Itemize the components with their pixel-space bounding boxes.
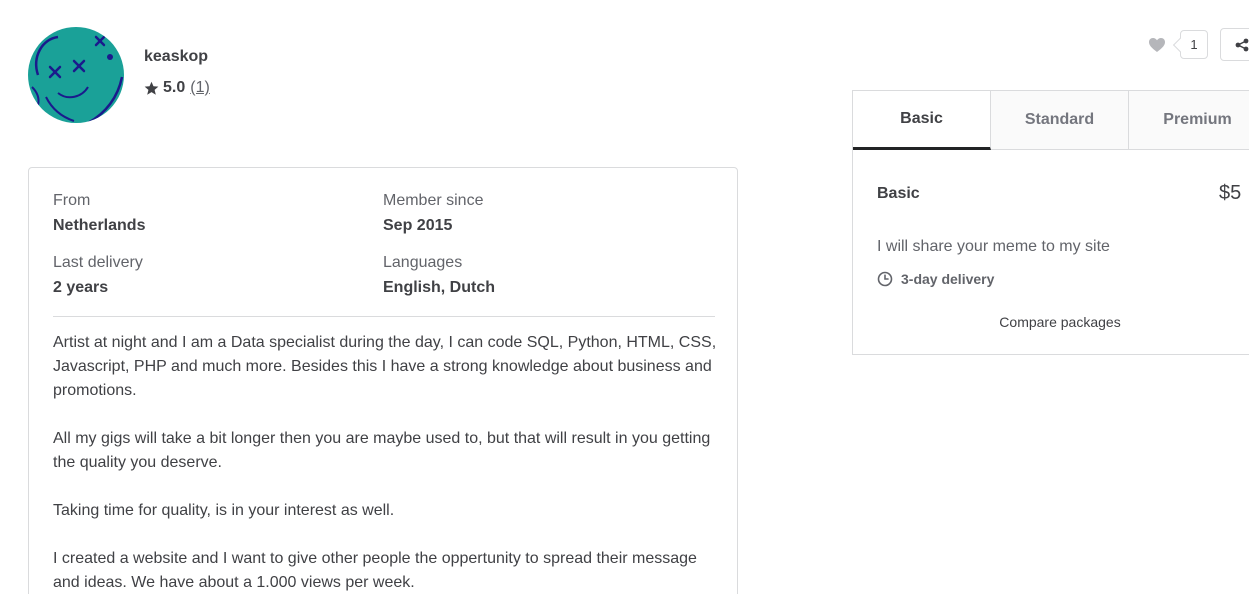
review-count-link[interactable]: (1)	[190, 79, 210, 97]
description-paragraph: All my gigs will take a bit longer then …	[53, 430, 711, 471]
clock-icon	[877, 271, 893, 287]
stat-value: Sep 2015	[383, 217, 453, 234]
stat-label: Languages	[383, 254, 463, 271]
package-price: $5	[1219, 182, 1242, 204]
share-button[interactable]	[1220, 28, 1249, 61]
tab-standard[interactable]: Standard	[991, 91, 1129, 150]
stat-value: Netherlands	[53, 217, 146, 234]
like-count-value: 1	[1190, 37, 1198, 52]
stat-value: 2 years	[53, 279, 109, 296]
description-paragraph: Artist at night and I am a Data speciali…	[53, 334, 717, 399]
delivery-time: 3-day delivery	[901, 271, 995, 287]
share-icon	[1235, 38, 1249, 52]
package-description: I will share your meme to my site	[877, 238, 1110, 255]
seller-name[interactable]: keaskop	[144, 48, 208, 66]
stat-last-delivery: Last delivery 2 years	[53, 253, 353, 298]
tab-premium[interactable]: Premium	[1129, 91, 1249, 150]
stat-label: From	[53, 192, 91, 209]
stat-from: From Netherlands	[53, 191, 353, 236]
stat-label: Last delivery	[53, 254, 143, 271]
package-box: Basic Standard Premium Basic $5 I will s…	[852, 90, 1249, 355]
stat-languages: Languages English, Dutch	[383, 253, 683, 298]
tab-basic[interactable]: Basic	[853, 91, 991, 150]
description-paragraph: I created a website and I want to give o…	[53, 550, 697, 591]
seller-info-card: From Netherlands Member since Sep 2015 L…	[28, 167, 738, 594]
compare-packages-link[interactable]: Compare packages	[853, 314, 1249, 330]
seller-rating: 5.0 (1)	[144, 79, 210, 97]
star-icon	[144, 81, 159, 95]
package-tabs: Basic Standard Premium	[853, 91, 1249, 151]
package-name: Basic	[877, 185, 920, 202]
seller-description: Artist at night and I am a Data speciali…	[53, 331, 723, 594]
like-count: 1	[1180, 30, 1208, 59]
stat-label: Member since	[383, 192, 484, 209]
heart-icon[interactable]	[1148, 37, 1166, 53]
stat-value: English, Dutch	[383, 279, 495, 296]
description-paragraph: Taking time for quality, is in your inte…	[53, 502, 395, 519]
rating-score: 5.0	[163, 79, 186, 96]
divider	[53, 316, 715, 317]
like-control: 1	[1148, 30, 1208, 59]
delivery-info: 3-day delivery	[877, 271, 994, 287]
seller-avatar[interactable]	[28, 27, 124, 123]
stat-member-since: Member since Sep 2015	[383, 191, 683, 236]
